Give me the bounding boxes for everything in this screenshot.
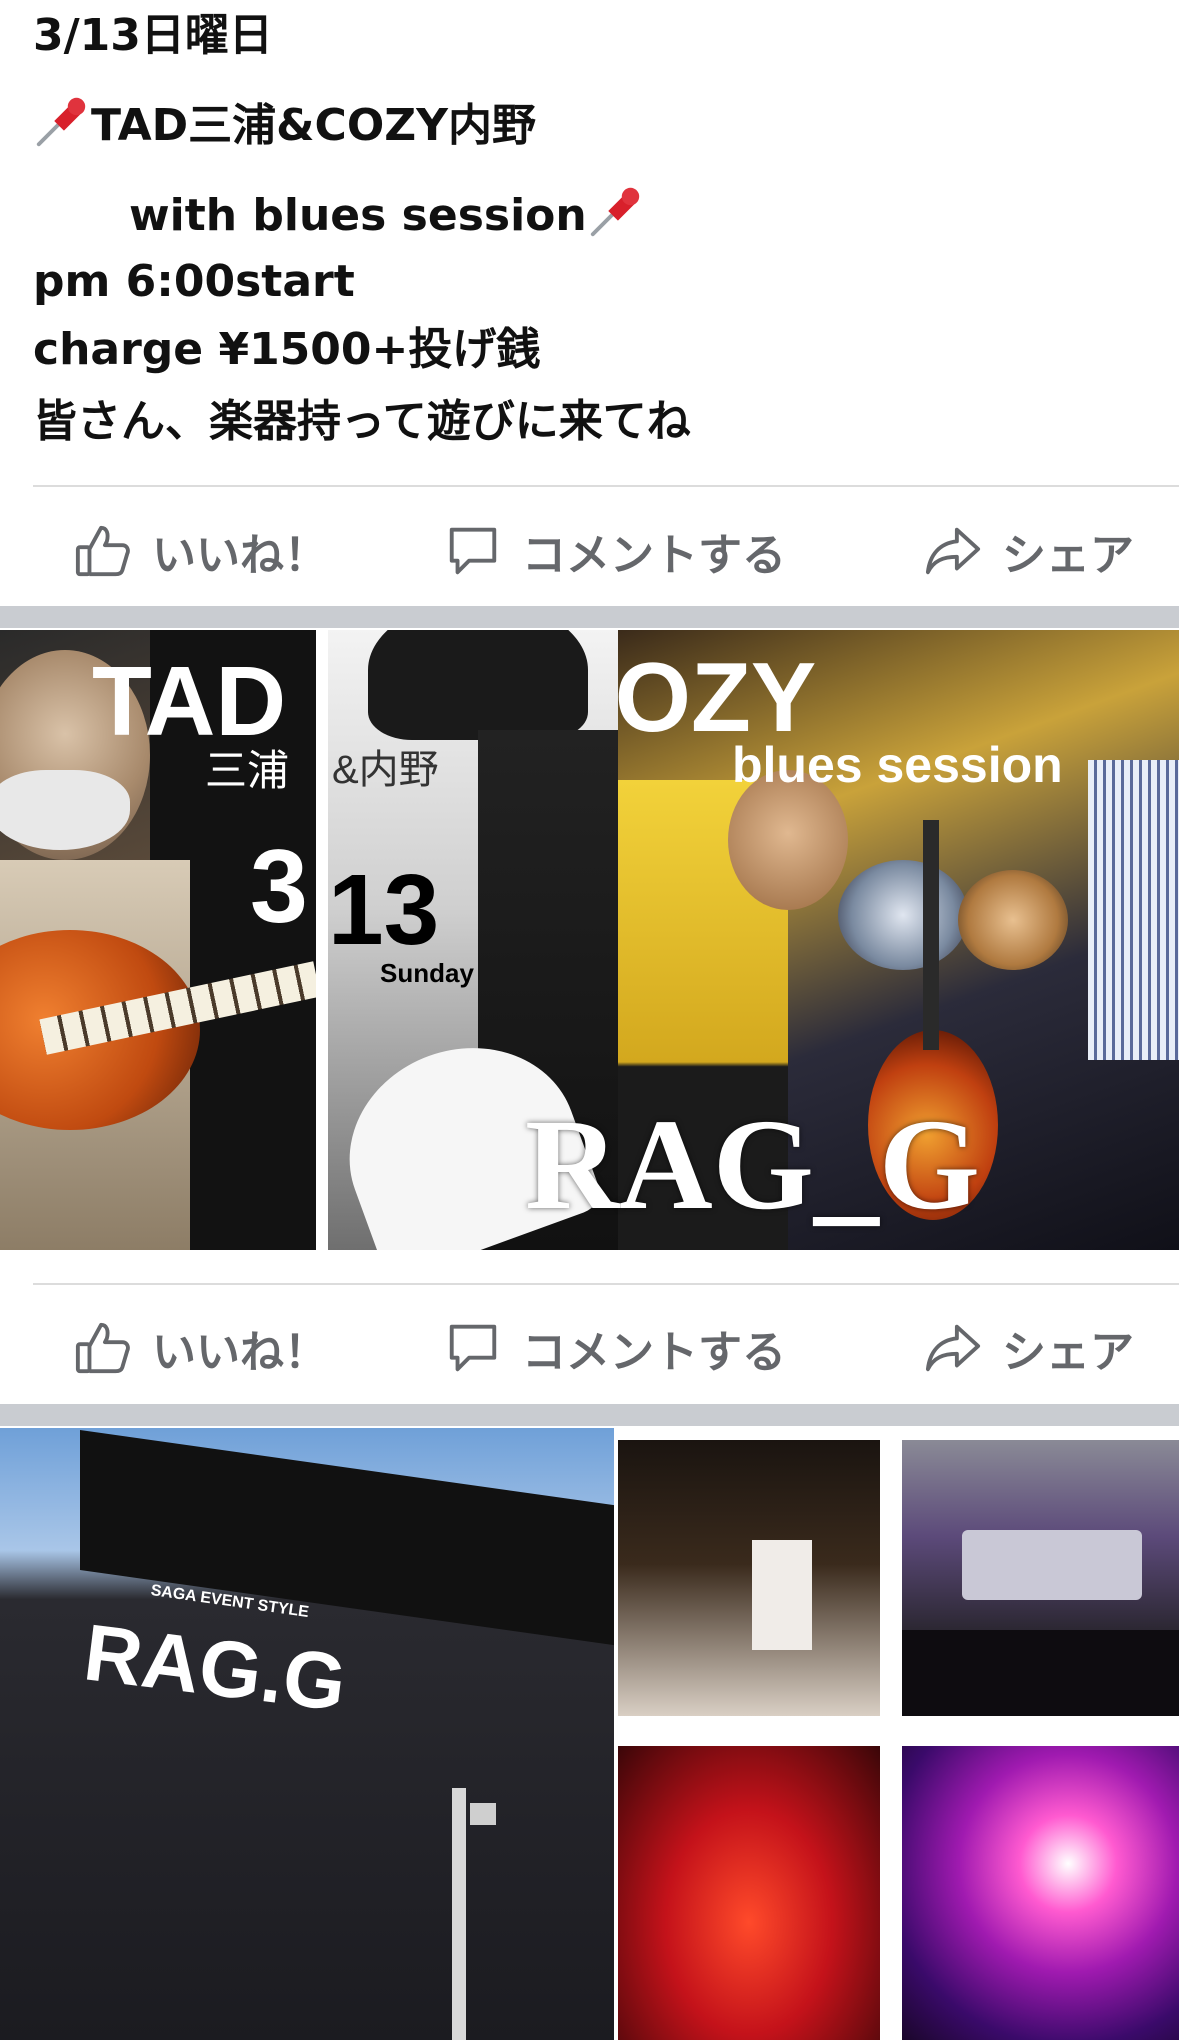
share-label: シェア [1002,1327,1134,1378]
thumbs-up-icon [75,525,130,577]
comment-button[interactable]: コメントする [444,496,786,606]
share-button[interactable]: シェア [924,1293,1134,1403]
section-separator [0,606,1179,628]
photo-gallery: SAGA EVENT STYLE RAG.G [0,1428,1179,2040]
divider [33,1283,1179,1285]
gallery-photo-stage-lights[interactable] [902,1746,1179,2040]
like-label: いいね！ [152,530,328,581]
flyer-cozy-text: COZY [618,642,817,752]
comment-icon [449,1324,497,1372]
post-line-title-text: TAD三浦&COZY内野 [91,100,537,151]
plaid-shirt-player [1088,760,1179,1060]
post-line-date: 3/13日曜日 [33,10,273,61]
flyer-tad-text: TAD [92,646,287,756]
event-flyer-image[interactable]: TAD 三浦 3 &内野 13 Sunday COZY blues sessio… [0,630,1179,1250]
share-button[interactable]: シェア [924,496,1134,606]
hat [368,630,588,740]
flyer-miura-text: 三浦 [205,747,290,794]
flyer-venue-text: RAG_G [525,1093,980,1237]
flyer-uchino-text: &内野 [332,748,439,792]
building-sign: RAG.G [79,1607,351,1728]
comment-label: コメントする [522,1327,786,1378]
lamp [470,1803,496,1825]
action-bar: いいね！ コメントする シェア [0,1293,1179,1403]
post-line-subtitle-text: with blues session [129,190,587,241]
comment-button[interactable]: コメントする [444,1293,786,1403]
comment-label: コメントする [522,530,786,581]
post-line-time: pm 6:00start [33,256,355,307]
flyer-day-13: 13 [328,854,440,966]
gallery-photo-bar[interactable] [902,1440,1179,1716]
guitar-neck [923,820,939,1050]
post-line-charge: charge ¥1500+投げ銭 [33,324,541,375]
section-separator [0,1404,1179,1426]
drum [838,860,968,970]
share-icon [925,1324,981,1372]
post-line-subtitle: with blues session [129,182,645,240]
pushpin-icon [590,187,639,237]
flyer-day-3: 3 [250,829,308,945]
pushpin-icon [36,97,86,147]
like-button[interactable]: いいね！ [74,1293,328,1403]
share-label: シェア [1002,530,1134,581]
flyer-blues-session-text: blues session [732,737,1063,793]
like-label: いいね！ [152,1327,328,1378]
like-button[interactable]: いいね！ [74,496,328,606]
gallery-photo-stage-red[interactable] [618,1746,880,2040]
divider [33,485,1179,487]
flyer-weekday: Sunday [380,958,474,988]
post-line-invite: 皆さん、楽器持って遊びに来てね [33,396,691,447]
share-icon [925,527,981,575]
gallery-photo-entrance[interactable] [618,1440,880,1716]
drum [958,870,1068,970]
door [752,1540,812,1650]
comment-icon [449,527,497,575]
bar-counter [902,1630,1179,1716]
bar-sign-panel [962,1530,1142,1600]
thumbs-up-icon [75,1322,130,1374]
action-bar: いいね！ コメントする シェア [0,496,1179,606]
post-line-title: TAD三浦&COZY内野 [33,92,536,150]
light-pole [452,1788,466,2040]
flyer-panel-tad: TAD 三浦 3 [0,630,316,1250]
building-roof [80,1430,614,1646]
gallery-photo-building[interactable]: SAGA EVENT STYLE RAG.G [0,1428,614,2040]
